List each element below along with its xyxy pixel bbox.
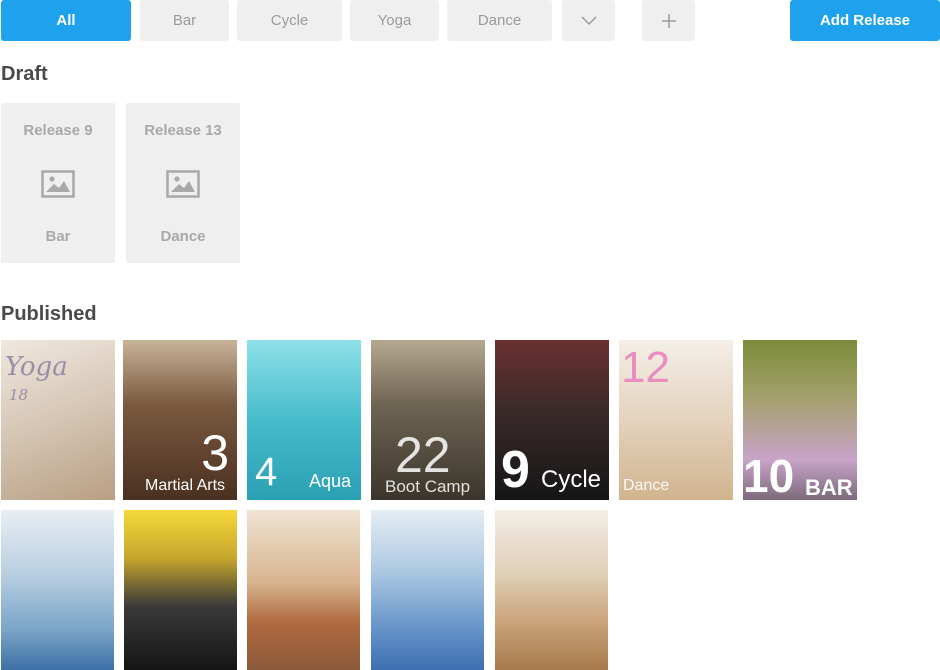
release-category-label: Cycle [541, 466, 602, 493]
release-tile-martial-arts[interactable]: 3 Martial Arts [123, 340, 237, 500]
release-thumbnail [124, 510, 237, 670]
tab-cycle[interactable]: Cycle [237, 0, 342, 41]
release-thumbnail [1, 510, 114, 670]
release-category-label: Dance [623, 477, 670, 494]
release-tile-dance[interactable]: 12 Dance [619, 340, 733, 500]
release-tile-boot-camp[interactable]: 22 Boot Camp [371, 340, 485, 500]
chevron-down-icon [580, 15, 597, 26]
draft-card-category: Dance [160, 228, 206, 245]
release-thumbnail [495, 510, 608, 670]
release-number: 12 [621, 343, 670, 392]
draft-card[interactable]: Release 13 Dance [126, 103, 240, 263]
plus-icon [661, 13, 677, 29]
draft-card-category: Bar [45, 228, 71, 245]
release-tile[interactable] [1, 510, 114, 670]
image-placeholder-icon [41, 170, 75, 198]
release-tile[interactable] [247, 510, 360, 670]
release-number: 22 [395, 427, 451, 483]
release-tile-yoga[interactable]: Yoga 18 [1, 340, 115, 500]
tab-bar[interactable]: Bar [140, 0, 229, 41]
release-tile-aqua[interactable]: 4 Aqua [247, 340, 361, 500]
release-number: 10 [743, 450, 795, 500]
release-category-label: Yoga [5, 352, 68, 382]
image-placeholder-icon [166, 170, 200, 198]
release-number: 4 [255, 450, 278, 494]
draft-card-title: Release 9 [23, 122, 93, 139]
release-thumbnail [247, 510, 360, 670]
more-categories-button[interactable] [562, 0, 615, 41]
release-category-label: Aqua [309, 471, 352, 491]
release-tile[interactable] [495, 510, 608, 670]
release-category-label: Martial Arts [145, 477, 226, 494]
release-number: 9 [501, 441, 530, 499]
tab-dance[interactable]: Dance [447, 0, 552, 41]
tab-all[interactable]: All [1, 0, 131, 41]
release-category-label: BAR [805, 475, 853, 500]
tab-yoga[interactable]: Yoga [350, 0, 439, 41]
draft-heading: Draft [1, 63, 48, 85]
release-thumbnail [371, 510, 484, 670]
draft-card[interactable]: Release 9 Bar [1, 103, 115, 263]
draft-card-title: Release 13 [144, 122, 222, 139]
release-tile[interactable] [124, 510, 237, 670]
release-tile-cycle[interactable]: 9 Cycle [495, 340, 609, 500]
release-tile[interactable] [371, 510, 484, 670]
add-release-button[interactable]: Add Release [790, 0, 940, 41]
release-number: 18 [9, 386, 29, 404]
release-number: 3 [201, 425, 229, 481]
release-category-label: Boot Camp [385, 477, 471, 496]
add-category-button[interactable] [642, 0, 695, 41]
published-heading: Published [1, 303, 97, 325]
release-tile-bar[interactable]: 10 BAR [743, 340, 857, 500]
